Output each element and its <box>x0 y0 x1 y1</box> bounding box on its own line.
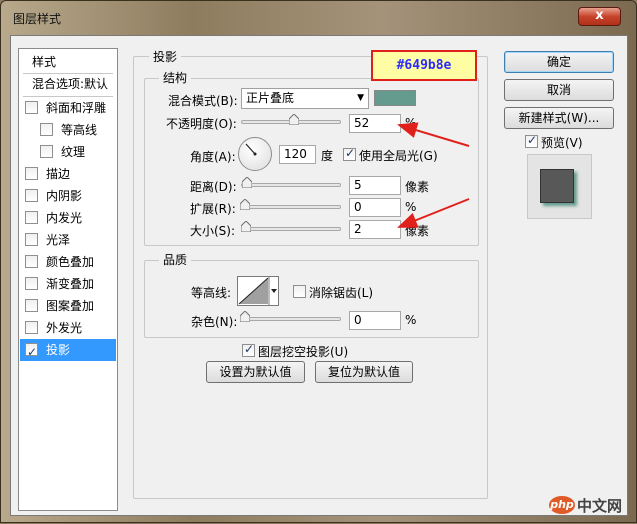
watermark-text: 中文网 <box>577 497 623 515</box>
watermark: php 中文网 <box>549 493 629 517</box>
annotation-arrows <box>397 122 470 228</box>
watermark-logo: php <box>549 496 575 514</box>
layer-style-dialog: 图层样式 x 样式 混合选项:默认 斜面和浮雕 等高线 纹理 描边 内阴影 内发光 光泽 颜色… <box>0 0 637 523</box>
arrow-icon <box>397 122 470 147</box>
arrow-icon <box>397 198 470 228</box>
